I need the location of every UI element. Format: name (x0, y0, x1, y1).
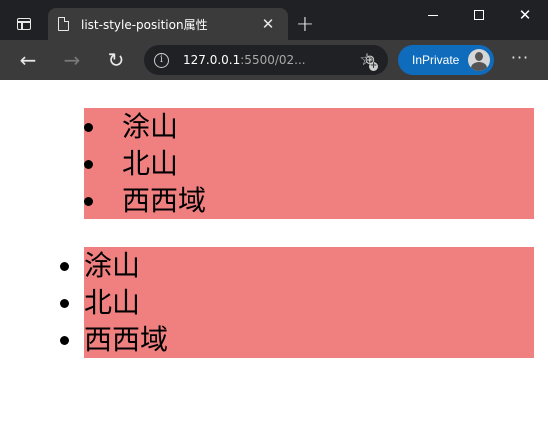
url-host: 127.0.0.1 (183, 53, 241, 67)
address-bar[interactable]: i 127.0.0.1:5500/02... ⊕ (144, 45, 388, 75)
page-icon (58, 16, 70, 31)
tab-title: list-style-position属性 (81, 17, 208, 32)
list-style-outside: 涂山 北山 西西域 (84, 247, 534, 358)
list-item: 西西域 (84, 182, 534, 219)
tab-actions-icon[interactable] (8, 8, 40, 40)
close-icon[interactable]: ✕ (258, 16, 278, 32)
list-item: 西西域 (84, 321, 534, 358)
url-path: :5500/02... (240, 53, 306, 67)
forward-button[interactable]: → (56, 44, 88, 76)
back-arrow-icon: ← (19, 48, 37, 72)
inprivate-button[interactable]: InPrivate (398, 45, 494, 75)
title-bar: list-style-position属性 ✕ + ✕ (0, 0, 548, 40)
back-button[interactable]: ← (12, 44, 44, 76)
minimize-icon (428, 14, 438, 16)
list-item: 涂山 (84, 247, 534, 284)
browser-toolbar: ← → ↻ i 127.0.0.1:5500/02... ⊕ ☆ + InPriv… (0, 40, 548, 80)
plus-icon: + (295, 11, 315, 37)
minimize-button[interactable] (410, 0, 456, 30)
list-item: 涂山 (84, 108, 534, 145)
forward-arrow-icon: → (63, 48, 81, 72)
refresh-button[interactable]: ↻ (100, 44, 132, 76)
info-icon[interactable]: i (154, 52, 169, 68)
page-content: 涂山 北山 西西域 涂山 北山 西西域 (0, 80, 548, 431)
close-window-button[interactable]: ✕ (502, 0, 548, 30)
list-style-inside: 涂山 北山 西西域 (84, 108, 534, 219)
more-icon[interactable]: ··· (508, 49, 532, 71)
url-text[interactable]: 127.0.0.1:5500/02... (183, 53, 356, 67)
maximize-icon (474, 10, 484, 20)
maximize-button[interactable] (456, 0, 502, 30)
new-tab-button[interactable]: + (292, 10, 318, 38)
inprivate-label: InPrivate (412, 53, 460, 67)
add-favorite-icon[interactable]: ☆ + (356, 50, 378, 72)
tab-active[interactable]: list-style-position属性 ✕ (48, 8, 288, 40)
list-item: 北山 (84, 284, 534, 321)
avatar (468, 49, 490, 71)
list-item: 北山 (84, 145, 534, 182)
refresh-icon: ↻ (107, 48, 125, 72)
close-icon: ✕ (518, 5, 532, 24)
